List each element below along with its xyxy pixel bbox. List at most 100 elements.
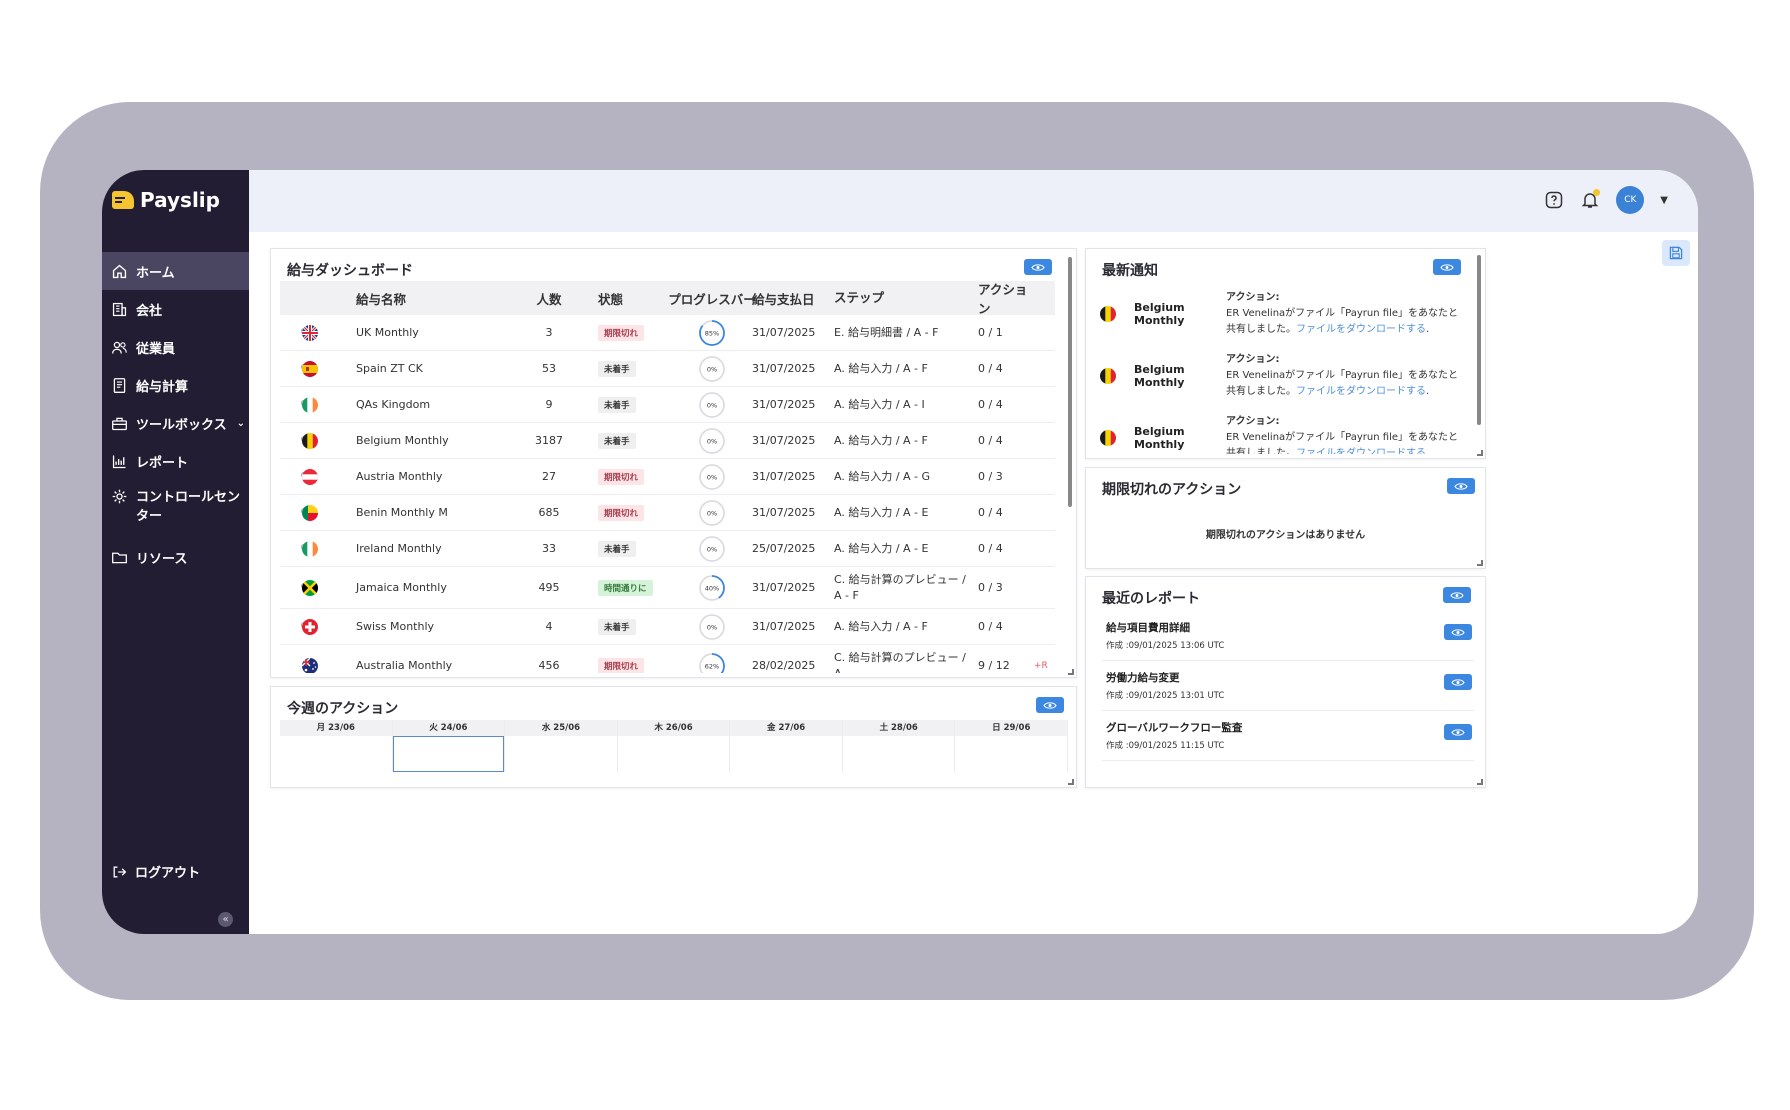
calendar-day[interactable]: 月 23/06 bbox=[280, 720, 393, 772]
calendar-day[interactable]: 水 25/06 bbox=[505, 720, 618, 772]
report-name[interactable]: グローバルワークフロー監査 bbox=[1106, 720, 1242, 735]
bell-icon[interactable] bbox=[1580, 189, 1601, 210]
sidebar-item-resources[interactable]: リソース bbox=[102, 538, 249, 576]
view-button[interactable] bbox=[1036, 697, 1064, 713]
resize-handle[interactable] bbox=[1068, 669, 1074, 675]
view-report-button[interactable] bbox=[1444, 724, 1472, 740]
report-name[interactable]: 給与項目費用詳細 bbox=[1106, 620, 1190, 635]
sidebar-item-control-center[interactable]: コントロールセンター bbox=[102, 480, 249, 538]
resize-handle[interactable] bbox=[1477, 450, 1483, 456]
caret-down-icon[interactable]: ▼ bbox=[1660, 195, 1668, 206]
sidebar-item-employees[interactable]: 従業員 bbox=[102, 328, 249, 366]
day-cell[interactable] bbox=[618, 736, 730, 772]
progress-ring: 85% bbox=[699, 319, 725, 346]
download-link[interactable]: ファイルをダウンロードする bbox=[1296, 448, 1426, 454]
payroll-name[interactable]: Belgium Monthly bbox=[356, 434, 518, 447]
logout-button[interactable]: ログアウト bbox=[111, 862, 200, 881]
pin-icon[interactable]: ⚲ bbox=[280, 620, 308, 633]
column-header[interactable]: 給与支払日 bbox=[752, 289, 834, 308]
action-count: 0 / 4 bbox=[978, 506, 1003, 519]
payroll-name[interactable]: Ireland Monthly bbox=[356, 542, 518, 555]
view-button[interactable] bbox=[1443, 587, 1471, 603]
pin-icon[interactable]: ⚲ bbox=[280, 326, 308, 339]
table-row[interactable]: ⚲ Swiss Monthly 4 未着手 0% 31/07/2025 A. 給与入力 / … bbox=[280, 609, 1055, 645]
view-button[interactable] bbox=[1447, 478, 1475, 494]
table-row[interactable]: ⚲ Jamaica Monthly 495 時間通りに 40% 31/07/2025 C. … bbox=[280, 567, 1055, 609]
sidebar-item-company[interactable]: 会社 bbox=[102, 290, 249, 328]
payroll-name[interactable]: Spain ZT CK bbox=[356, 362, 518, 375]
view-report-button[interactable] bbox=[1444, 674, 1472, 690]
resize-handle[interactable] bbox=[1068, 779, 1074, 785]
pin-icon[interactable]: ⚲ bbox=[280, 398, 308, 411]
view-button[interactable] bbox=[1024, 259, 1052, 275]
pin-icon[interactable]: ⚲ bbox=[280, 506, 308, 519]
table-row[interactable]: ⚲ Belgium Monthly 3187 未着手 0% 31/07/2025 A. 給与… bbox=[280, 423, 1055, 459]
day-cell[interactable] bbox=[730, 736, 842, 772]
day-cell[interactable] bbox=[505, 736, 617, 772]
pay-date: 25/07/2025 bbox=[752, 542, 816, 555]
table-row[interactable]: ⚲ QAs Kingdom 9 未着手 0% 31/07/2025 A. 給与入力 / A … bbox=[280, 387, 1055, 423]
logo[interactable]: Payslip bbox=[112, 188, 220, 212]
notification-item[interactable]: Belgium Monthly アクション: ER Venelinaがファイル「Pa… bbox=[1086, 345, 1478, 407]
pin-icon[interactable]: ⚲ bbox=[280, 362, 308, 375]
view-report-button[interactable] bbox=[1444, 624, 1472, 640]
table-row[interactable]: ⚲ Spain ZT CK 53 未着手 0% 31/07/2025 A. 給与入力 / A… bbox=[280, 351, 1055, 387]
sidebar-item-toolbox[interactable]: ツールボックス ⌄ bbox=[102, 404, 249, 442]
table-row[interactable]: ⚲ Austria Monthly 27 期限切れ 0% 31/07/2025 A. 給与入… bbox=[280, 459, 1055, 495]
day-cell[interactable] bbox=[392, 736, 505, 772]
pin-icon[interactable]: ⚲ bbox=[280, 542, 308, 555]
sidebar-item-home[interactable]: ホーム bbox=[102, 252, 249, 290]
calendar-day[interactable]: 木 26/06 bbox=[617, 720, 731, 772]
calendar-day[interactable]: 金 27/06 bbox=[730, 720, 843, 772]
report-item[interactable]: グローバルワークフロー監査 作成 :09/01/2025 11:15 UTC bbox=[1102, 711, 1474, 761]
payroll-name[interactable]: Austria Monthly bbox=[356, 470, 518, 483]
table-row[interactable]: ⚲ Benin Monthly M 685 期限切れ 0% 31/07/2025 A. 給与… bbox=[280, 495, 1055, 531]
progress-ring: 0% bbox=[699, 427, 725, 454]
sidebar-item-reports[interactable]: レポート bbox=[102, 442, 249, 480]
download-link[interactable]: ファイルをダウンロードする bbox=[1296, 386, 1426, 397]
table-row[interactable]: ⚲Australia Monthly456期限切れ62%28/02/2025C.… bbox=[280, 645, 1055, 673]
payroll-name[interactable]: Benin Monthly M bbox=[356, 506, 518, 519]
calendar-day[interactable]: 火 24/06 bbox=[392, 720, 506, 772]
pin-icon[interactable]: ⚲ bbox=[280, 581, 308, 594]
logout-label: ログアウト bbox=[135, 866, 201, 881]
table-row[interactable]: ⚲ UK Monthly 3 期限切れ 85% 31/07/2025 E. 給与明細書 / … bbox=[280, 315, 1055, 351]
column-header[interactable]: 人数 bbox=[518, 289, 580, 308]
pin-icon[interactable]: ⚲ bbox=[280, 434, 308, 447]
column-header[interactable]: プログレスバー bbox=[668, 289, 756, 308]
calendar-day[interactable]: 土 28/06 bbox=[842, 720, 956, 772]
report-name[interactable]: 労働力給与変更 bbox=[1106, 670, 1180, 685]
column-header[interactable]: ステップ bbox=[834, 290, 974, 306]
notification-item[interactable]: Belgium Monthly アクション: ER Venelinaがファイル「Pa… bbox=[1086, 283, 1478, 345]
payroll-name[interactable]: Swiss Monthly bbox=[356, 620, 518, 633]
collapse-sidebar-button[interactable]: « bbox=[218, 912, 233, 927]
payroll-name[interactable]: UK Monthly bbox=[356, 326, 518, 339]
progress-label: 0% bbox=[707, 401, 717, 409]
sidebar-item-payroll[interactable]: 給与計算 bbox=[102, 366, 249, 404]
column-header[interactable]: 状態 bbox=[580, 289, 672, 308]
table-scrollbar[interactable] bbox=[1068, 257, 1072, 507]
payroll-name[interactable]: QAs Kingdom bbox=[356, 398, 518, 411]
download-link[interactable]: ファイルをダウンロードする bbox=[1296, 324, 1426, 335]
notification-scrollbar[interactable] bbox=[1477, 255, 1481, 425]
resize-handle[interactable] bbox=[1477, 779, 1483, 785]
day-cell[interactable] bbox=[280, 736, 392, 772]
save-layout-button[interactable] bbox=[1662, 240, 1690, 266]
day-cell[interactable] bbox=[955, 736, 1067, 772]
avatar[interactable]: CK bbox=[1616, 186, 1645, 214]
table-row[interactable]: ⚲ Ireland Monthly 33 未着手 0% 25/07/2025 A. 給与入力… bbox=[280, 531, 1055, 567]
help-icon[interactable] bbox=[1544, 190, 1564, 210]
resize-handle[interactable] bbox=[1477, 560, 1483, 566]
column-header[interactable]: 給与名称 bbox=[356, 289, 518, 308]
view-button[interactable] bbox=[1433, 259, 1461, 275]
calendar-day[interactable]: 日 29/06 bbox=[955, 720, 1069, 772]
pin-icon[interactable]: ⚲ bbox=[280, 470, 308, 483]
report-item[interactable]: 給与項目費用詳細 作成 :09/01/2025 13:06 UTC bbox=[1102, 611, 1474, 661]
notification-item[interactable]: Belgium Monthly アクション: ER Venelinaがファイル「Pa… bbox=[1086, 407, 1478, 454]
column-header[interactable]: アクション bbox=[974, 281, 1034, 317]
payroll-name[interactable]: Australia Monthly bbox=[356, 659, 518, 672]
payroll-name[interactable]: Jamaica Monthly bbox=[356, 581, 518, 594]
day-header: 木 26/06 bbox=[617, 720, 730, 736]
day-cell[interactable] bbox=[843, 736, 955, 772]
report-item[interactable]: 労働力給与変更 作成 :09/01/2025 13:01 UTC bbox=[1102, 661, 1474, 711]
